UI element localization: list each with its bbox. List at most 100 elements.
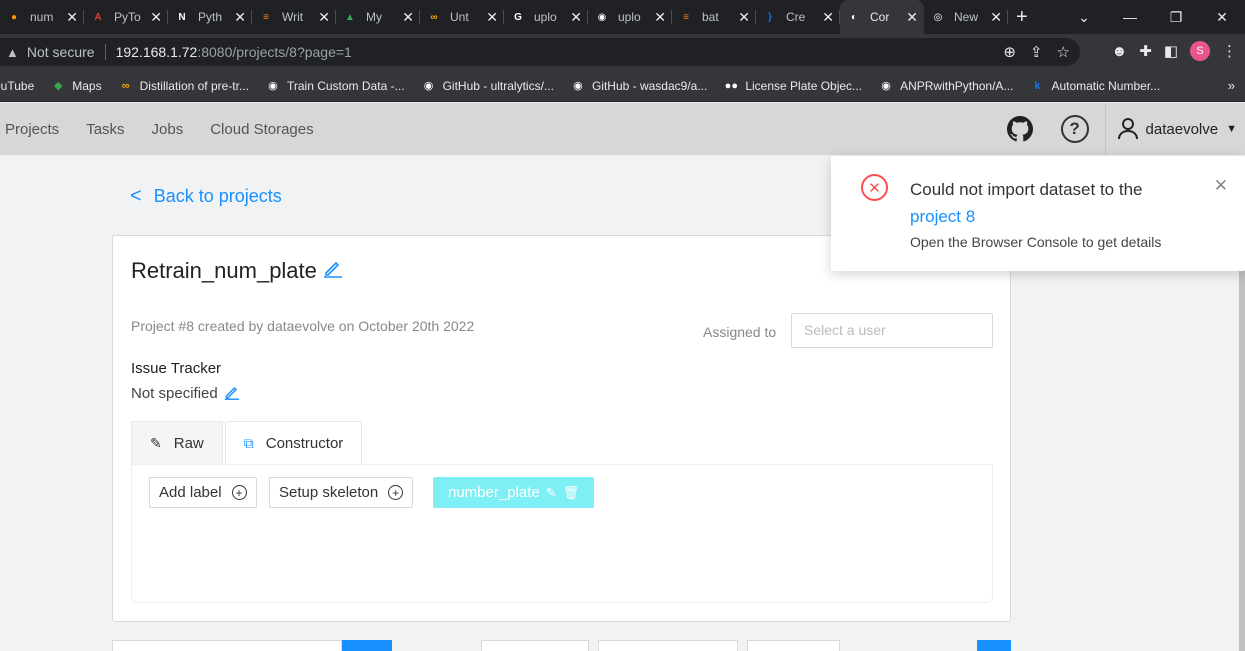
browser-menu-icon[interactable]: ⋮ [1222,42,1237,60]
tab-title: PyTo [114,10,141,24]
bookmark-item[interactable]: ◉ GitHub - wasdac9/a... [570,78,707,94]
error-notification: ✕ Could not import dataset to the projec… [831,156,1245,271]
browser-tab[interactable]: ▲ My ✕ [336,0,420,34]
tab-close-icon[interactable]: ✕ [402,9,414,26]
tab-close-icon[interactable]: ✕ [66,9,78,26]
tab-close-icon[interactable]: ✕ [990,9,1002,26]
bookmark-item[interactable]: ◉ GitHub - ultralytics/... [421,78,554,94]
back-to-projects-link[interactable]: < Back to projects [130,185,282,208]
browser-tab-strip: ● num ✕ A PyTo ✕ N Pyth ✕ ≡ Writ ✕ ▲ My ✕ ∞ Unt ✕ Guplo ✕ ◉ u… [0,0,1245,34]
label-chip[interactable]: number_plate ✎ 🗑 [433,477,594,508]
url-field[interactable]: ▲ Not secure 192.168.1.72:8080/projects/… [0,38,1080,66]
tab-favicon-icon: N [178,11,186,23]
tab-close-icon[interactable]: ✕ [738,9,750,26]
tab-close-icon[interactable]: ✕ [150,9,162,26]
label-delete-icon[interactable]: 🗑 [563,485,580,501]
browser-tab[interactable]: ◉ uplo ✕ [588,0,672,34]
browser-tab[interactable]: ≡ bat ✕ [672,0,756,34]
bookmark-favicon-icon: ◉ [423,80,434,92]
tab-search-icon[interactable]: ⌄ [1061,9,1107,26]
github-icon[interactable] [1006,116,1033,142]
profile-avatar[interactable]: S [1190,41,1210,61]
nav-tasks[interactable]: Tasks [86,121,124,138]
browser-tab[interactable]: A PyTo ✕ [84,0,168,34]
tab-close-icon[interactable]: ✕ [318,9,330,26]
bookmark-item[interactable]: ouTube [0,79,34,93]
new-tab-button[interactable]: + [1016,6,1028,29]
extensions-puzzle-icon[interactable]: ✚ [1139,42,1152,60]
issue-tracker-title: Issue Tracker [131,360,222,377]
tab-close-icon[interactable]: ✕ [906,9,918,26]
bottom-action-button[interactable] [977,640,1011,651]
not-secure-label[interactable]: Not secure [27,44,95,60]
browser-tab[interactable]: ∞ Unt ✕ [420,0,504,34]
tab-title: Writ [282,10,304,24]
minimize-icon[interactable]: — [1107,9,1153,25]
username: dataevolve [1145,120,1219,138]
tab-close-icon[interactable]: ✕ [654,9,666,26]
bookmarks-bar: ouTube ◆ Maps ∞ Distillation of pre-tr... ◉ Tr… [0,70,1245,102]
edit-issue-tracker-icon[interactable] [224,384,240,403]
browser-tab[interactable]: ≡ Writ ✕ [252,0,336,34]
tab-title: New [954,10,979,24]
share-icon[interactable]: ⇪ [1030,43,1043,61]
nav-jobs[interactable]: Jobs [152,121,184,138]
browser-tab[interactable]: } Cre ✕ [756,0,840,34]
project-link[interactable]: project 8 [910,207,975,226]
bookmark-label: Automatic Number... [1051,78,1161,93]
bookmark-star-icon[interactable]: ☆ [1057,43,1070,61]
tab-favicon-icon: ∞ [430,11,438,23]
error-icon: ✕ [861,174,888,201]
project-name[interactable]: Retrain_num_plate [131,258,317,284]
browser-tab[interactable]: ● num ✕ [0,0,84,34]
bookmark-label: GitHub - wasdac9/a... [591,78,708,93]
nav-projects[interactable]: Projects [5,121,59,138]
plus-circle-icon: + [388,485,404,500]
bookmark-favicon-icon: ◉ [881,80,891,92]
close-window-icon[interactable]: ✕ [1199,9,1245,26]
label-edit-icon[interactable]: ✎ [546,485,557,501]
bookmark-label: GitHub - ultralytics/... [442,78,554,93]
bottom-control[interactable] [481,640,589,651]
bookmark-item[interactable]: ∞ Distillation of pre-tr... [118,78,249,94]
page-scrollbar[interactable] [1239,270,1245,651]
bookmark-item[interactable]: ◉ Train Custom Data -... [265,78,405,94]
bookmark-label: Train Custom Data -... [286,78,405,93]
warning-icon[interactable]: ▲ [6,45,19,60]
browser-tab[interactable]: ◎ New ✕ [924,0,1008,34]
bottom-search-button[interactable] [342,640,392,651]
help-icon[interactable]: ? [1060,115,1089,143]
close-notification-icon[interactable]: ✕ [1214,176,1228,196]
bookmark-item[interactable]: k Automatic Number... [1029,78,1160,94]
tab-close-icon[interactable]: ✕ [486,9,498,26]
zoom-icon[interactable]: ⊕ [1003,43,1016,61]
more-bookmarks-icon[interactable]: » [1228,78,1235,93]
issue-tracker-value: Not specified [131,384,240,403]
extension-avatar-icon[interactable]: ☻ [1111,43,1127,60]
side-panel-icon[interactable]: ◧ [1164,42,1178,60]
browser-tab[interactable]: Guplo ✕ [504,0,588,34]
tab-close-icon[interactable]: ✕ [570,9,582,26]
extension-icons: ☻ ✚ ◧ S ⋮ [1111,41,1237,61]
assignee-select[interactable]: Select a user [791,313,993,348]
tab-close-icon[interactable]: ✕ [234,9,246,26]
bottom-control[interactable] [598,640,738,651]
bookmark-label: ouTube [0,78,35,93]
tab-constructor[interactable]: ⧉ Constructor [224,421,363,465]
bottom-control[interactable] [747,640,840,651]
add-label-button[interactable]: Add label + [149,477,257,508]
bookmark-item[interactable]: ●● License Plate Objec... [723,78,862,94]
tab-raw[interactable]: ✎ Raw [131,421,223,465]
restore-icon[interactable]: ❐ [1153,9,1199,26]
browser-tab[interactable]: N Pyth ✕ [168,0,252,34]
user-menu[interactable]: dataevolve ▼ [1104,103,1245,155]
browser-tab[interactable]: ◐ Cor ✕ [840,0,924,34]
setup-skeleton-button[interactable]: Setup skeleton + [269,477,414,508]
bookmark-items: ouTube ◆ Maps ∞ Distillation of pre-tr... ◉ Tr… [0,78,1176,94]
bookmark-item[interactable]: ◉ ANPRwithPython/A... [878,78,1013,94]
nav-cloud-storages[interactable]: Cloud Storages [210,121,313,138]
edit-title-icon[interactable] [323,258,343,284]
bookmark-item[interactable]: ◆ Maps [50,78,102,94]
tab-close-icon[interactable]: ✕ [822,9,834,26]
bottom-search-input[interactable] [112,640,342,651]
